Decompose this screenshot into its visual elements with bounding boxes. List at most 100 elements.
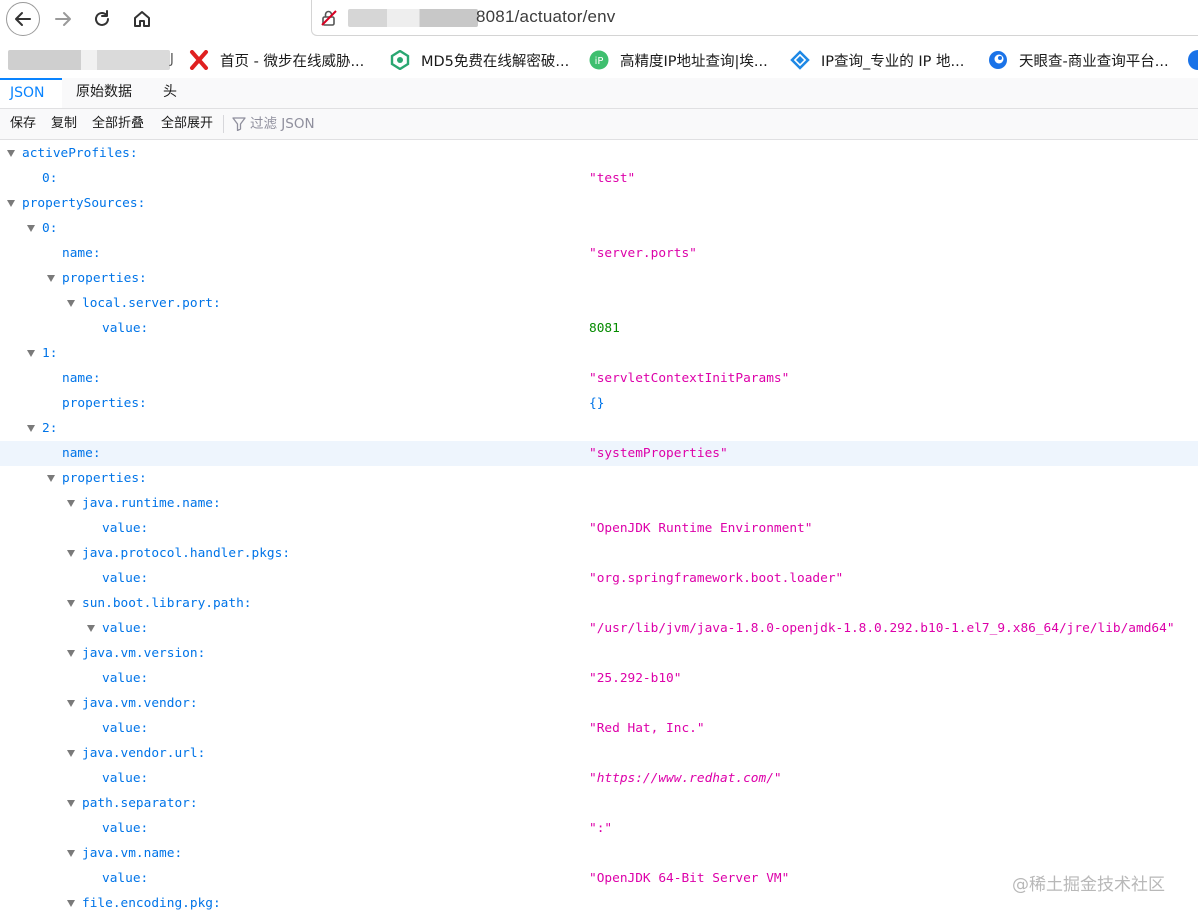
json-row[interactable]: 0: bbox=[0, 216, 1198, 241]
json-key: 0: bbox=[42, 221, 58, 236]
tab-json[interactable]: JSON bbox=[0, 78, 62, 108]
json-row[interactable]: name: "servletContextInitParams" bbox=[0, 366, 1198, 391]
json-row[interactable]: value: ":" bbox=[0, 816, 1198, 841]
json-key: value: bbox=[102, 621, 149, 636]
filter-json-input[interactable]: 过滤 JSON bbox=[232, 109, 315, 139]
forward-button[interactable] bbox=[47, 3, 79, 35]
json-row[interactable]: properties: bbox=[0, 466, 1198, 491]
expand-toggle-icon[interactable] bbox=[67, 750, 75, 757]
json-row[interactable]: local.server.port: bbox=[0, 291, 1198, 316]
json-value: "test" bbox=[589, 171, 636, 186]
filter-placeholder: 过滤 JSON bbox=[250, 116, 315, 132]
expand-toggle-icon[interactable] bbox=[27, 425, 35, 432]
collapse-all-button[interactable]: 全部折叠 bbox=[92, 109, 144, 139]
json-row[interactable]: value: "/usr/lib/jvm/java-1.8.0-openjdk-1… bbox=[0, 616, 1198, 641]
json-row[interactable]: 0: "test" bbox=[0, 166, 1198, 191]
expand-toggle-icon[interactable] bbox=[7, 150, 15, 157]
json-row[interactable]: properties: bbox=[0, 266, 1198, 291]
reload-button[interactable] bbox=[86, 3, 118, 35]
json-value: "server.ports" bbox=[589, 246, 697, 261]
overflow-bookmark-icon[interactable] bbox=[1188, 50, 1198, 70]
json-key: java.vendor.url: bbox=[82, 746, 206, 761]
json-row[interactable]: java.runtime.name: bbox=[0, 491, 1198, 516]
json-row[interactable]: name: "server.ports" bbox=[0, 241, 1198, 266]
json-key: java.vm.name: bbox=[82, 846, 183, 861]
save-button[interactable]: 保存 bbox=[10, 109, 36, 139]
json-row[interactable]: value: 8081 bbox=[0, 316, 1198, 341]
bookmark-ip-query[interactable]: IP查询_专业的 IP 地... bbox=[790, 49, 964, 71]
json-key: 0: bbox=[42, 171, 58, 186]
json-row[interactable]: java.protocol.handler.pkgs: bbox=[0, 541, 1198, 566]
json-key: value: bbox=[102, 321, 149, 336]
copy-button[interactable]: 复制 bbox=[51, 109, 77, 139]
expand-toggle-icon[interactable] bbox=[87, 625, 95, 632]
json-key: value: bbox=[102, 521, 149, 536]
json-row[interactable]: java.vm.version: bbox=[0, 641, 1198, 666]
juejin-watermark: @稀土掘金技术社区 bbox=[1012, 875, 1165, 895]
bookmark-md5[interactable]: MD5免费在线解密破... bbox=[390, 49, 569, 71]
json-key: value: bbox=[102, 771, 149, 786]
bookmark-label: 首页 - 微步在线威胁... bbox=[220, 53, 365, 70]
expand-toggle-icon[interactable] bbox=[47, 475, 55, 482]
back-button[interactable] bbox=[6, 2, 40, 36]
json-row[interactable]: sun.boot.library.path: bbox=[0, 591, 1198, 616]
bookmark-tianyancha[interactable]: 天眼查-商业查询平台... bbox=[988, 49, 1169, 71]
json-key: properties: bbox=[62, 471, 147, 486]
expand-toggle-icon[interactable] bbox=[67, 800, 75, 807]
address-bar[interactable]: 8081/actuator/env bbox=[311, 0, 1198, 36]
json-key: java.vm.version: bbox=[82, 646, 206, 661]
json-key: propertySources: bbox=[22, 196, 146, 211]
home-icon bbox=[134, 11, 150, 27]
reload-icon bbox=[95, 10, 109, 26]
bookmark-label: IP查询_专业的 IP 地... bbox=[821, 53, 965, 70]
expand-toggle-icon[interactable] bbox=[67, 700, 75, 707]
json-row[interactable]: value: "org.springframework.boot.loader" bbox=[0, 566, 1198, 591]
expand-toggle-icon[interactable] bbox=[47, 275, 55, 282]
expand-toggle-icon[interactable] bbox=[67, 900, 75, 907]
json-key: java.vm.vendor: bbox=[82, 696, 198, 711]
svg-text:iP: iP bbox=[595, 56, 604, 67]
json-row[interactable]: 1: bbox=[0, 341, 1198, 366]
json-row[interactable]: java.vendor.url: bbox=[0, 741, 1198, 766]
home-button[interactable] bbox=[126, 3, 158, 35]
bookmark-threatbook[interactable]: 首页 - 微步在线威胁... bbox=[189, 49, 364, 71]
json-row[interactable]: value: "https://www.redhat.com/" bbox=[0, 766, 1198, 791]
json-row[interactable]: java.vm.vendor: bbox=[0, 691, 1198, 716]
ip-icon: iP bbox=[589, 50, 609, 70]
json-key: activeProfiles: bbox=[22, 146, 138, 161]
expand-toggle-icon[interactable] bbox=[27, 350, 35, 357]
json-tree: activeProfiles: 0: "test" propertySources: 0… bbox=[0, 141, 1198, 916]
expand-toggle-icon[interactable] bbox=[7, 200, 15, 207]
bookmark-ip-precise[interactable]: iP 高精度IP地址查询|埃... bbox=[589, 49, 768, 71]
json-key: properties: bbox=[62, 396, 147, 411]
expand-toggle-icon[interactable] bbox=[67, 550, 75, 557]
json-key: sun.boot.library.path: bbox=[82, 596, 252, 611]
json-row[interactable]: value: "25.292-b10" bbox=[0, 666, 1198, 691]
expand-toggle-icon[interactable] bbox=[67, 300, 75, 307]
redacted-bookmark[interactable] bbox=[8, 50, 170, 70]
expand-toggle-icon[interactable] bbox=[67, 500, 75, 507]
browser-navbar: 8081/actuator/env bbox=[0, 0, 1198, 38]
json-row[interactable]: path.separator: bbox=[0, 791, 1198, 816]
json-row[interactable]: name: "systemProperties" bbox=[0, 441, 1198, 466]
tab-raw-data[interactable]: 原始数据 bbox=[66, 78, 142, 108]
json-row[interactable]: properties: {} bbox=[0, 391, 1198, 416]
tab-headers[interactable]: 头 bbox=[153, 78, 187, 108]
threatbook-x-icon bbox=[189, 50, 209, 70]
json-row[interactable]: value: "Red Hat, Inc." bbox=[0, 716, 1198, 741]
expand-toggle-icon[interactable] bbox=[67, 850, 75, 857]
expand-toggle-icon[interactable] bbox=[27, 225, 35, 232]
json-row[interactable]: java.vm.name: bbox=[0, 841, 1198, 866]
json-row[interactable]: propertySources: bbox=[0, 191, 1198, 216]
json-key: value: bbox=[102, 821, 149, 836]
tianyancha-icon bbox=[988, 50, 1008, 70]
json-row[interactable]: 2: bbox=[0, 416, 1198, 441]
json-key: local.server.port: bbox=[82, 296, 221, 311]
expand-toggle-icon[interactable] bbox=[67, 650, 75, 657]
bookmark-label: 高精度IP地址查询|埃... bbox=[620, 53, 768, 70]
expand-all-button[interactable]: 全部展开 bbox=[161, 109, 213, 139]
json-row[interactable]: value: "OpenJDK Runtime Environment" bbox=[0, 516, 1198, 541]
insecure-lock-icon[interactable] bbox=[320, 9, 338, 31]
json-row[interactable]: activeProfiles: bbox=[0, 141, 1198, 166]
expand-toggle-icon[interactable] bbox=[67, 600, 75, 607]
